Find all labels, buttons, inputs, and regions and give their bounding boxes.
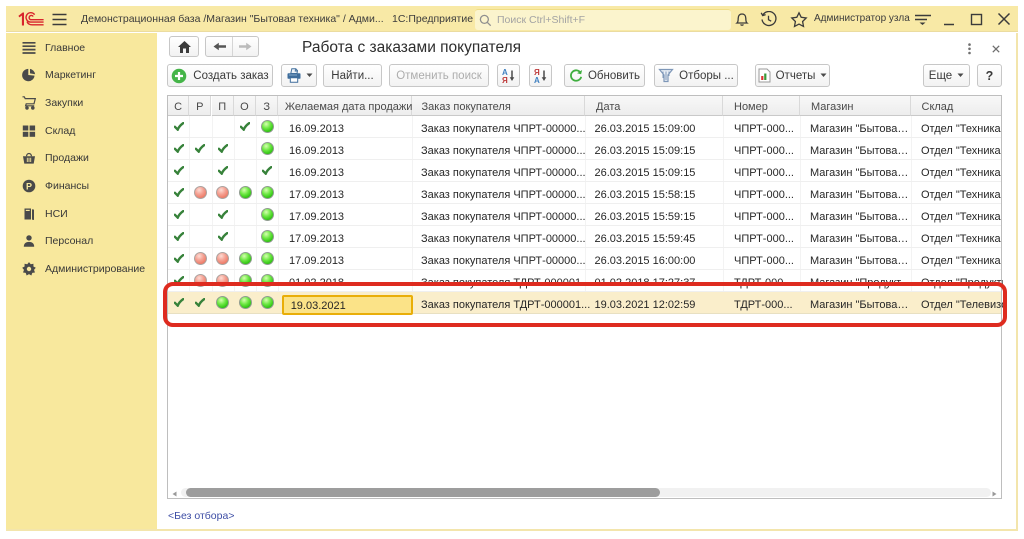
svg-text:Р: Р — [26, 181, 32, 191]
svg-text:А: А — [534, 76, 540, 84]
svg-text:Я: Я — [502, 76, 508, 84]
